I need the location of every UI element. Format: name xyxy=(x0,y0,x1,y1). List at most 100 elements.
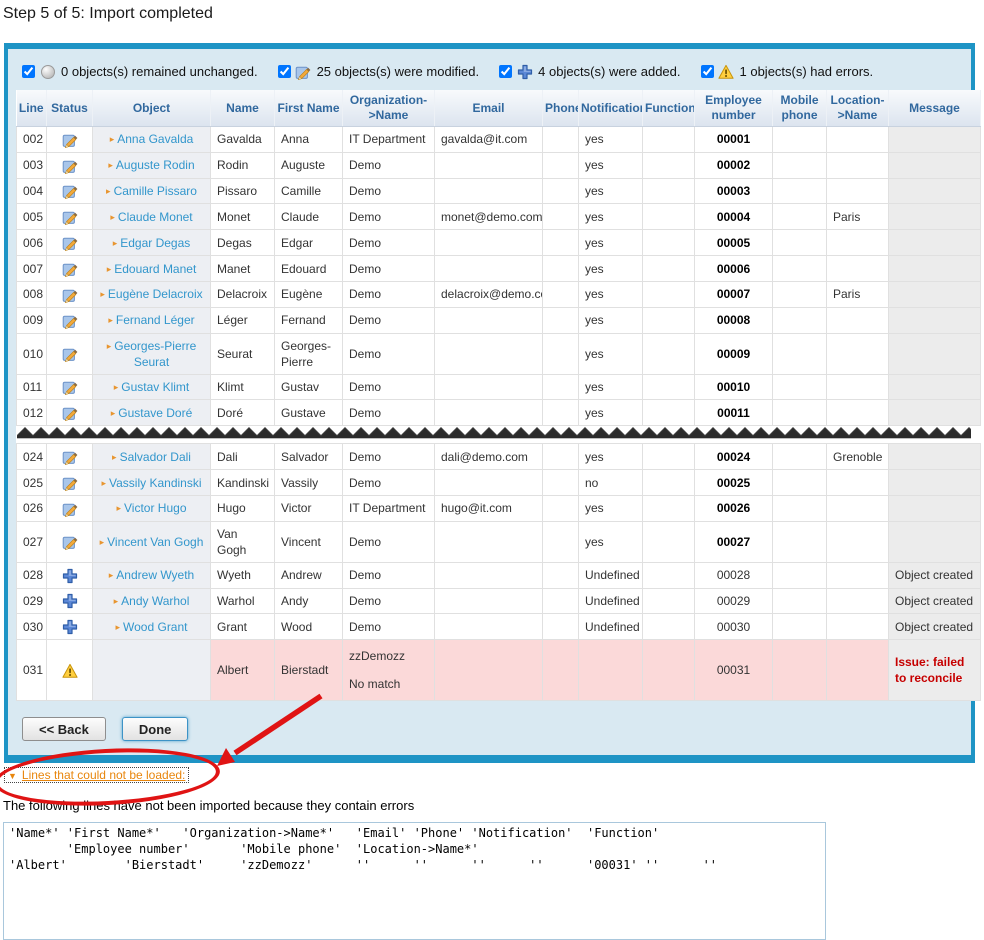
cell-object: ▸Salvador Dali xyxy=(93,444,211,470)
cell-function xyxy=(643,256,695,282)
cell-mobile-phone xyxy=(773,470,827,496)
cell-employee-number: 00028 xyxy=(695,562,773,588)
object-link[interactable]: Georges-Pierre Seurat xyxy=(114,339,196,369)
object-bullet-icon: ▸ xyxy=(109,570,114,580)
object-link[interactable]: Andrew Wyeth xyxy=(116,568,194,582)
cell-first-name: Vincent xyxy=(275,521,343,562)
cell-employee-number: 00005 xyxy=(695,230,773,256)
cell-email xyxy=(435,152,543,178)
cell-location xyxy=(827,178,889,204)
cell-status xyxy=(47,204,93,230)
lines-not-loaded-link[interactable]: ▼Lines that could not be loaded: xyxy=(4,767,189,783)
cell-mobile-phone xyxy=(773,152,827,178)
cell-email xyxy=(435,562,543,588)
cell-email xyxy=(435,400,543,426)
error-lines-textarea[interactable] xyxy=(3,822,826,940)
cell-status xyxy=(47,374,93,400)
summary-checkbox[interactable] xyxy=(22,65,35,78)
cell-employee-number: 00007 xyxy=(695,281,773,307)
cell-phone xyxy=(543,614,579,640)
column-header: Object xyxy=(93,90,211,127)
cell-name: Wyeth xyxy=(211,562,275,588)
cell-line: 027 xyxy=(17,521,47,562)
object-link[interactable]: Andy Warhol xyxy=(121,594,189,608)
cell-name: Léger xyxy=(211,307,275,333)
cell-line: 009 xyxy=(17,307,47,333)
object-link[interactable]: Claude Monet xyxy=(118,210,193,224)
cell-mobile-phone xyxy=(773,614,827,640)
cell-first-name: Auguste xyxy=(275,152,343,178)
cell-line: 028 xyxy=(17,562,47,588)
summary-label: 0 objects(s) remained unchanged. xyxy=(61,64,258,79)
table-row: 029▸Andy WarholWarholAndyDemoUndefined00… xyxy=(17,588,981,614)
status-modified-icon xyxy=(62,235,78,249)
object-link[interactable]: Edouard Manet xyxy=(114,262,196,276)
object-bullet-icon: ▸ xyxy=(114,382,119,392)
object-link[interactable]: Auguste Rodin xyxy=(116,158,195,172)
object-link[interactable]: Camille Pissaro xyxy=(114,184,197,198)
cell-function xyxy=(643,470,695,496)
done-button[interactable]: Done xyxy=(122,717,189,741)
status-modified-icon xyxy=(62,158,78,172)
cell-first-name: Gustave xyxy=(275,400,343,426)
cell-phone xyxy=(543,281,579,307)
cell-email xyxy=(435,521,543,562)
cell-organization: IT Department xyxy=(343,127,435,153)
object-link[interactable]: Salvador Dali xyxy=(120,450,191,464)
cell-organization: Demo xyxy=(343,562,435,588)
object-bullet-icon: ▸ xyxy=(110,134,115,144)
cell-organization: Demo xyxy=(343,152,435,178)
cell-function xyxy=(643,588,695,614)
object-bullet-icon: ▸ xyxy=(107,341,112,351)
column-header: Status xyxy=(47,90,93,127)
object-link[interactable]: Eugène Delacroix xyxy=(108,287,203,301)
table-row: 026▸Victor HugoHugoVictorIT Departmenthu… xyxy=(17,495,981,521)
cell-function xyxy=(643,495,695,521)
status-modified-icon xyxy=(62,184,78,198)
cell-message xyxy=(889,307,981,333)
cell-message xyxy=(889,444,981,470)
cell-email xyxy=(435,333,543,374)
object-link[interactable]: Anna Gavalda xyxy=(117,132,193,146)
column-header: Function xyxy=(643,90,695,127)
cell-location xyxy=(827,400,889,426)
cell-location xyxy=(827,374,889,400)
cell-organization: Demo xyxy=(343,614,435,640)
cell-phone xyxy=(543,374,579,400)
table-row: 002▸Anna GavaldaGavaldaAnnaIT Department… xyxy=(17,127,981,153)
column-header: Employee number xyxy=(695,90,773,127)
cell-name: Dali xyxy=(211,444,275,470)
cell-employee-number: 00004 xyxy=(695,204,773,230)
object-link[interactable]: Wood Grant xyxy=(123,620,187,634)
collapse-triangle-icon: ▼ xyxy=(8,771,17,781)
cell-function xyxy=(643,614,695,640)
object-link[interactable]: Edgar Degas xyxy=(120,236,190,250)
cell-first-name: Camille xyxy=(275,178,343,204)
summary-checkbox[interactable] xyxy=(499,65,512,78)
object-bullet-icon: ▸ xyxy=(112,452,117,462)
cell-line: 029 xyxy=(17,588,47,614)
table-row: 025▸Vassily KandinskiKandinskiVassilyDem… xyxy=(17,470,981,496)
cell-status xyxy=(47,562,93,588)
summary-checkbox[interactable] xyxy=(278,65,291,78)
cell-organization: Demo xyxy=(343,230,435,256)
cell-mobile-phone xyxy=(773,256,827,282)
object-link[interactable]: Victor Hugo xyxy=(124,501,186,515)
cell-function xyxy=(643,178,695,204)
cell-name: Seurat xyxy=(211,333,275,374)
cell-function xyxy=(643,562,695,588)
object-link[interactable]: Gustave Doré xyxy=(118,406,192,420)
status-modified-icon xyxy=(62,313,78,327)
object-link[interactable]: Fernand Léger xyxy=(116,313,195,327)
object-link[interactable]: Vassily Kandinski xyxy=(109,476,201,490)
cell-status xyxy=(47,178,93,204)
cell-name: Degas xyxy=(211,230,275,256)
cell-phone xyxy=(543,333,579,374)
object-bullet-icon: ▸ xyxy=(111,408,116,418)
cell-employee-number: 00029 xyxy=(695,588,773,614)
object-link[interactable]: Vincent Van Gogh xyxy=(107,535,203,549)
cell-notification: Undefined xyxy=(579,588,643,614)
summary-checkbox[interactable] xyxy=(701,65,714,78)
back-button[interactable]: << Back xyxy=(22,717,106,741)
object-link[interactable]: Gustav Klimt xyxy=(121,380,189,394)
